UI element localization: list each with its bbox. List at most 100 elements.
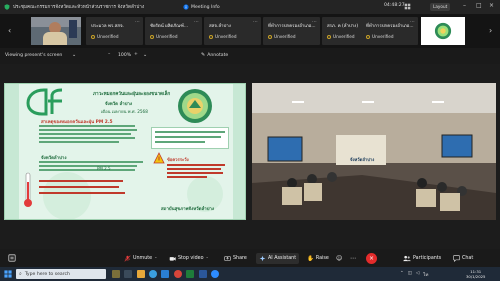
organization-logo (434, 22, 452, 40)
shield-icon (4, 4, 10, 10)
more-icon[interactable]: ⋯ (312, 19, 317, 25)
windows-start-icon[interactable] (4, 270, 12, 278)
task-view-icon[interactable] (124, 270, 132, 278)
end-call-button[interactable]: × (366, 253, 377, 264)
shared-screen-slide: ภาวะหมอกควันและฝุ่นละอองขนาดเล็ก จังหวัด… (4, 83, 246, 220)
meeting-title: ประชุมคณะกรรมการจังหวัดและหัวหน้าส่วนราช… (13, 4, 145, 10)
widget-app-icon[interactable] (112, 270, 120, 278)
zoom-out-button[interactable]: – (108, 52, 110, 57)
warning-title: ข้อควรระวัง (167, 157, 189, 162)
taskbar-search-box[interactable]: ⌕ Type here to search (16, 269, 106, 279)
participant-name: ประมวล พร.สสจ. (91, 24, 124, 29)
ai-assistant-label: AI Assistant (268, 256, 297, 261)
more-icon[interactable]: ⋯ (135, 19, 140, 25)
slide-footer: สถาบันสุขภาพจังหวัดลำปาง (161, 207, 215, 212)
video-tile-logo[interactable] (421, 17, 465, 45)
volume-icon[interactable]: ◁ (416, 271, 419, 278)
zoom-dropdown-icon[interactable]: ⌄ (143, 52, 147, 58)
network-icon[interactable]: ◫ (408, 271, 412, 278)
annotate-label: Annotate (207, 52, 229, 58)
view-options-icon[interactable]: ⌄ (72, 52, 76, 58)
ai-assistant-button[interactable]: AI Assistant (256, 253, 300, 264)
raise-hand-button[interactable]: ✋ Raise (304, 253, 332, 264)
info-icon (183, 4, 189, 10)
participant-name: ที่ทำการปกครองอำเภอ... (366, 24, 414, 29)
chrome-browser-icon[interactable] (174, 270, 182, 278)
seal-emblem (178, 89, 212, 123)
hand-icon: ✋ (307, 255, 314, 262)
unmute-caret-icon[interactable]: ⌃ (154, 256, 157, 261)
title-bar: ประชุมคณะกรรมการจังหวัดและหัวหน้าส่วนราช… (0, 0, 500, 14)
zoom-level[interactable]: 100% (118, 53, 131, 58)
word-app-icon[interactable] (199, 270, 207, 278)
meeting-room-scene (252, 83, 496, 220)
more-icon[interactable]: ⋯ (410, 19, 415, 25)
excel-app-icon[interactable] (186, 270, 194, 278)
unmute-button[interactable]: Unmute ⌃ (121, 253, 160, 264)
settings-icon[interactable] (8, 254, 16, 262)
participant-tile[interactable]: ที่ทำการปกครองอำเภอ... Unverified ⋯ (263, 17, 320, 45)
pm-value-label: PM 2.5 (97, 166, 111, 171)
meeting-info-button[interactable]: Meeting Info (183, 4, 220, 10)
more-icon[interactable]: ⋯ (253, 19, 258, 25)
meeting-timer: 04:48:27 (384, 3, 405, 8)
share-view-bar: Viewing present's screen ⌄ – 100% + ⌄ ✎ … (0, 48, 500, 64)
chat-icon (453, 255, 460, 262)
gallery-next-icon[interactable]: › (489, 26, 492, 35)
slide-info-box (151, 127, 229, 149)
minimize-icon[interactable]: – (463, 2, 466, 9)
layout-button[interactable]: Layout (430, 3, 451, 11)
stop-video-label: Stop video (178, 256, 204, 261)
video-tile-self[interactable] (31, 17, 81, 45)
gallery-prev-icon[interactable]: ‹ (8, 26, 11, 35)
slide-heading: ภาวะหมอกควันและฝุ่นละอองขนาดเล็ก (93, 92, 171, 97)
close-icon[interactable]: × (489, 2, 494, 9)
unverified-icon (91, 34, 95, 39)
annotate-button[interactable]: ✎ Annotate (201, 52, 228, 58)
participant-status: Unverified (268, 34, 296, 39)
language-icon[interactable]: ไท (423, 271, 428, 278)
slide-text-block-1 (39, 125, 139, 143)
chevron-up-icon[interactable]: ⌃ (400, 271, 404, 278)
more-options-button[interactable]: ⋯ (347, 253, 359, 264)
more-icon: ⋯ (350, 255, 356, 262)
participant-tile[interactable]: ประมวล พร.สสจ. Unverified ⋯ (86, 17, 143, 45)
video-tile-meeting-room[interactable]: จังหวัดลำปาง (252, 83, 496, 220)
participant-status: Unverified (209, 34, 237, 39)
meeting-toolbar: Unmute ⌃ Stop video ⌃ Share AI Assistant… (0, 249, 500, 267)
taskbar-clock[interactable]: 11:31 30/1/2025 (466, 269, 485, 279)
share-button[interactable]: Share (221, 253, 250, 264)
unverified-icon (366, 34, 370, 39)
share-screen-icon (224, 256, 231, 261)
system-tray[interactable]: ⌃ ◫ ◁ ไท (400, 271, 428, 278)
edge-browser-icon[interactable] (149, 270, 157, 278)
reactions-button[interactable]: ☺ (333, 253, 345, 264)
participant-name: สสจ.ลำปาง (209, 24, 231, 29)
participant-name: ที่ทำการปกครองอำเภอ... (268, 24, 316, 29)
stop-video-button[interactable]: Stop video ⌃ (166, 253, 212, 264)
emoji-icon: ☺ (336, 255, 343, 262)
room-sign: จังหวัดลำปาง (350, 157, 375, 162)
maximize-icon[interactable]: □ (476, 2, 482, 9)
participant-tile[interactable]: ชัยรัตน์ ผลิตภัณฑ์... Unverified ⋯ (145, 17, 202, 45)
viewing-screen-label: Viewing present's screen (5, 53, 63, 58)
grid-icon[interactable] (404, 3, 411, 10)
participant-status: Unverified (150, 34, 178, 39)
zoom-in-button[interactable]: + (134, 52, 138, 57)
file-explorer-icon[interactable] (137, 270, 145, 278)
zoom-app-icon[interactable] (211, 270, 219, 278)
video-caret-icon[interactable]: ⌃ (206, 256, 209, 261)
participants-button[interactable]: Participants (400, 253, 444, 264)
chat-button[interactable]: Chat (450, 253, 476, 264)
unmute-label: Unmute (133, 256, 153, 261)
store-app-icon[interactable] (161, 270, 169, 278)
participant-tile[interactable]: สสจ.ลำปาง Unverified ⋯ (204, 17, 261, 45)
search-icon: ⌕ (19, 271, 22, 277)
slide-list (39, 180, 139, 194)
sparkle-icon (259, 255, 266, 262)
participant-tile[interactable]: ที่ทำการปกครองอำเภอ... Unverified ⋯ (361, 17, 418, 45)
close-icon: × (368, 255, 375, 262)
warning-icon (153, 152, 165, 164)
warning-text (167, 164, 227, 178)
more-icon[interactable]: ⋯ (194, 19, 199, 25)
